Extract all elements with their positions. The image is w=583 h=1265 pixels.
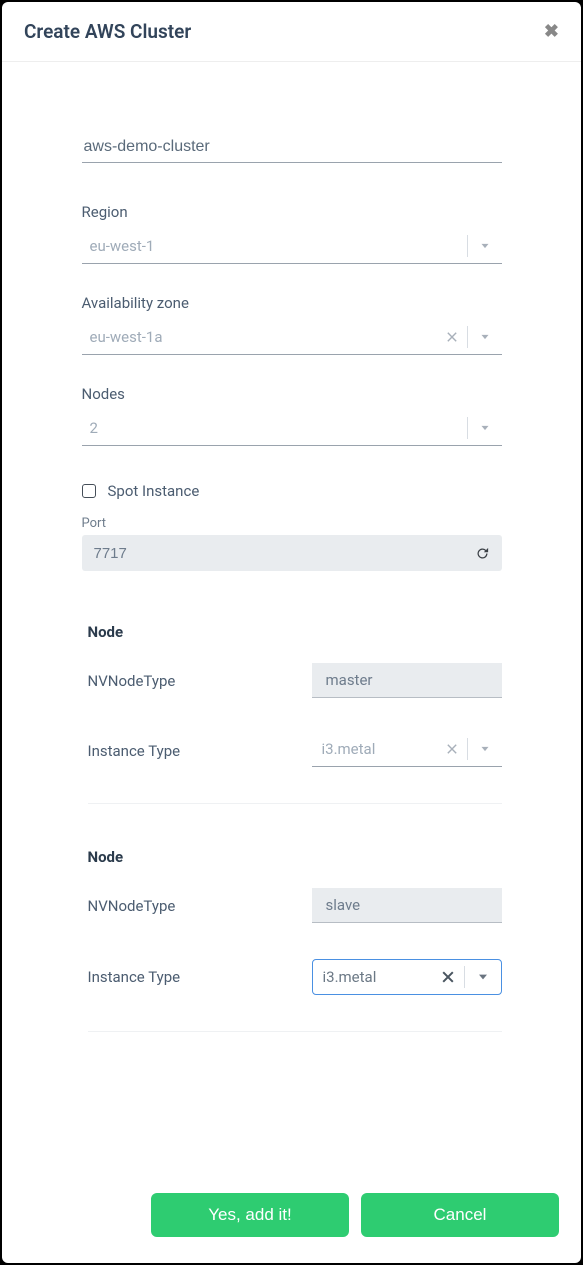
region-select[interactable]: eu-west-1 — [82, 231, 502, 264]
chevron-down-icon[interactable] — [468, 421, 502, 435]
chevron-down-icon[interactable] — [468, 239, 502, 253]
region-label: Region — [82, 203, 502, 221]
modal-footer: Yes, add it! Cancel — [2, 1173, 581, 1263]
cluster-name-field — [82, 132, 502, 163]
node2-instance-value: i3.metal — [313, 968, 432, 986]
node2-inst-row: Instance Type i3.metal — [88, 959, 502, 995]
port-input[interactable] — [94, 545, 475, 562]
modal-title: Create AWS Cluster — [24, 20, 191, 43]
port-field: Port — [82, 516, 502, 571]
az-select[interactable]: eu-west-1a — [82, 322, 502, 355]
clear-icon[interactable] — [437, 742, 467, 756]
chevron-down-icon[interactable] — [468, 742, 502, 756]
nvnodetype-label: NVNodeType — [88, 897, 176, 915]
spot-label: Spot Instance — [108, 482, 200, 500]
az-value: eu-west-1a — [82, 328, 437, 346]
modal-body: Region eu-west-1 Availability zone eu-we… — [2, 62, 581, 1173]
clear-icon[interactable] — [432, 969, 464, 985]
node1-instance-value: i3.metal — [312, 740, 437, 758]
nodes-select[interactable]: 2 — [82, 413, 502, 446]
modal-header: Create AWS Cluster ✖ — [2, 2, 581, 62]
nodes-value: 2 — [82, 419, 467, 437]
region-field: Region eu-west-1 — [82, 203, 502, 264]
close-icon[interactable]: ✖ — [544, 23, 559, 41]
divider — [88, 1031, 502, 1032]
confirm-button[interactable]: Yes, add it! — [151, 1193, 349, 1237]
instance-type-label: Instance Type — [88, 968, 181, 986]
nvnodetype-label: NVNodeType — [88, 672, 176, 690]
port-row — [82, 535, 502, 571]
divider — [88, 803, 502, 804]
node1-type-row: NVNodeType master — [88, 663, 502, 698]
node2-type-row: NVNodeType slave — [88, 888, 502, 923]
node-heading: Node — [88, 848, 502, 866]
instance-type-label: Instance Type — [88, 742, 181, 760]
node-section-2: Node NVNodeType slave Instance Type i3.m… — [82, 848, 502, 1032]
node-heading: Node — [88, 623, 502, 641]
spot-checkbox[interactable] — [82, 484, 96, 498]
node2-type-value: slave — [312, 888, 502, 923]
node-section-1: Node NVNodeType master Instance Type i3.… — [82, 623, 502, 804]
region-value: eu-west-1 — [82, 237, 467, 255]
cluster-name-input[interactable] — [82, 132, 502, 163]
az-field: Availability zone eu-west-1a — [82, 294, 502, 355]
node1-inst-row: Instance Type i3.metal — [88, 734, 502, 767]
node2-instance-select[interactable]: i3.metal — [312, 959, 502, 995]
chevron-down-icon[interactable] — [465, 969, 501, 985]
clear-icon[interactable] — [437, 330, 467, 344]
port-label: Port — [82, 516, 502, 531]
az-label: Availability zone — [82, 294, 502, 312]
form-content: Region eu-west-1 Availability zone eu-we… — [82, 132, 502, 1032]
nodes-field: Nodes 2 — [82, 385, 502, 446]
node1-type-value: master — [312, 663, 502, 698]
refresh-icon[interactable] — [475, 546, 490, 561]
create-cluster-modal: Create AWS Cluster ✖ Region eu-west-1 Av… — [2, 2, 581, 1263]
chevron-down-icon[interactable] — [468, 330, 502, 344]
cancel-button[interactable]: Cancel — [361, 1193, 559, 1237]
spot-instance-row: Spot Instance — [82, 482, 502, 500]
node1-instance-select[interactable]: i3.metal — [312, 734, 502, 767]
nodes-label: Nodes — [82, 385, 502, 403]
